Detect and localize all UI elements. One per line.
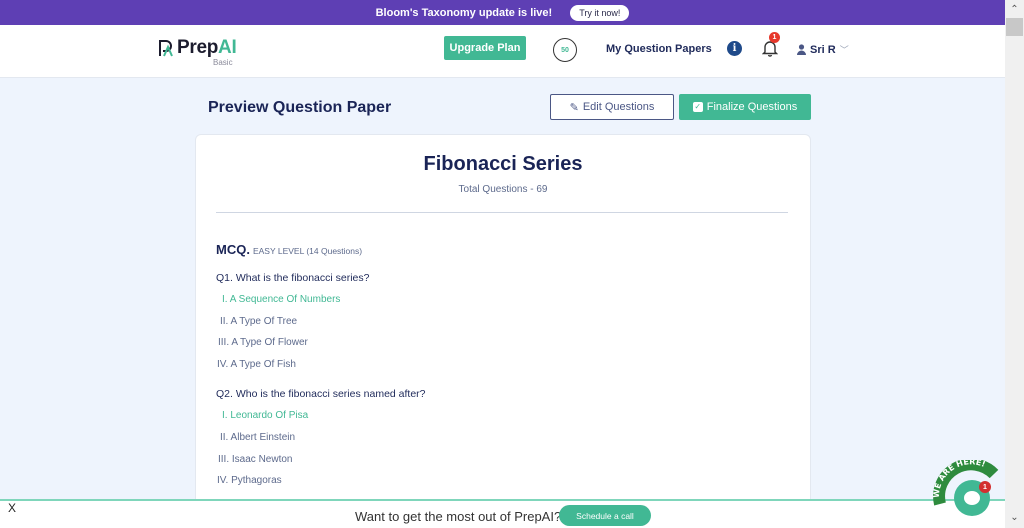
logo[interactable]: PrepAI <box>158 37 237 59</box>
prepai-logo-icon <box>159 40 173 57</box>
section-type: MCQ. <box>216 242 250 257</box>
question-1: Q1. What is the fibonacci series? <box>216 272 370 284</box>
section-header: MCQ. EASY LEVEL (14 Questions) <box>216 242 362 257</box>
checkbox-icon: ✓ <box>692 102 703 112</box>
credits-indicator[interactable]: 50 <box>553 38 577 62</box>
close-icon[interactable]: X <box>8 501 16 515</box>
option: III. A Type Of Flower <box>218 337 308 348</box>
section-level: EASY LEVEL (14 Questions) <box>252 246 363 256</box>
user-name: Sri R <box>810 43 836 56</box>
page-title: Preview Question Paper <box>208 99 392 116</box>
total-questions: Total Questions - 69 <box>458 184 548 195</box>
try-it-now-button[interactable]: Try it now! <box>570 4 630 21</box>
user-menu[interactable]: Sri R ﹀ <box>797 43 849 56</box>
option: II. A Type Of Tree <box>220 316 298 327</box>
finalize-questions-label: Finalize Questions <box>706 101 798 113</box>
logo-suffix: AI <box>218 37 237 58</box>
announcement-bar: Bloom's Taxonomy update is live! Try it … <box>0 0 1005 25</box>
announcement-text: Bloom's Taxonomy update is live! <box>375 6 553 19</box>
notification-badge: 1 <box>769 32 780 43</box>
chat-widget[interactable]: WE ARE HERE! 1 <box>928 460 1000 528</box>
question-2: Q2. Who is the fibonacci series named af… <box>216 388 426 400</box>
option: IV. A Type Of Fish <box>217 359 296 370</box>
schedule-call-button[interactable]: Schedule a call <box>559 505 651 526</box>
my-question-papers-link[interactable]: My Question Papers <box>606 43 712 55</box>
upgrade-plan-button[interactable]: Upgrade Plan <box>444 36 526 60</box>
logo-prefix: Prep <box>177 37 219 58</box>
user-icon <box>797 44 806 55</box>
option-correct: I. A Sequence Of Numbers <box>222 294 341 305</box>
finalize-questions-button[interactable]: ✓ Finalize Questions <box>679 94 811 120</box>
chevron-down-icon: ﹀ <box>839 45 849 55</box>
edit-questions-label: Edit Questions <box>582 101 655 113</box>
info-icon[interactable]: i <box>727 41 742 56</box>
bottom-promo-bar: X Want to get the most out of PrepAI? Sc… <box>0 499 1005 528</box>
divider <box>216 212 788 213</box>
option: III. Isaac Newton <box>218 454 293 465</box>
promo-text: Want to get the most out of PrepAI? <box>355 509 562 524</box>
scroll-down-icon[interactable]: ⌄ <box>1005 510 1024 528</box>
plan-label: Basic <box>213 58 233 67</box>
paper-title: Fibonacci Series <box>423 153 583 175</box>
question-paper-card: Fibonacci Series Total Questions - 69 MC… <box>195 134 811 528</box>
scroll-thumb[interactable] <box>1006 18 1023 36</box>
scroll-up-icon[interactable]: ⌃ <box>1005 0 1024 18</box>
option: II. Albert Einstein <box>220 432 296 443</box>
scrollbar[interactable]: ⌃ ⌄ <box>1005 0 1024 528</box>
option-correct: I. Leonardo Of Pisa <box>222 410 309 421</box>
header: PrepAI Basic Upgrade Plan 50 My Question… <box>0 25 1005 78</box>
edit-questions-button[interactable]: ✎ Edit Questions <box>550 94 674 120</box>
logo-text: PrepAI <box>177 37 237 59</box>
chat-badge: 1 <box>979 481 991 493</box>
chat-bubble-icon <box>964 491 980 505</box>
pencil-icon: ✎ <box>569 101 579 114</box>
option: IV. Pythagoras <box>217 475 282 486</box>
